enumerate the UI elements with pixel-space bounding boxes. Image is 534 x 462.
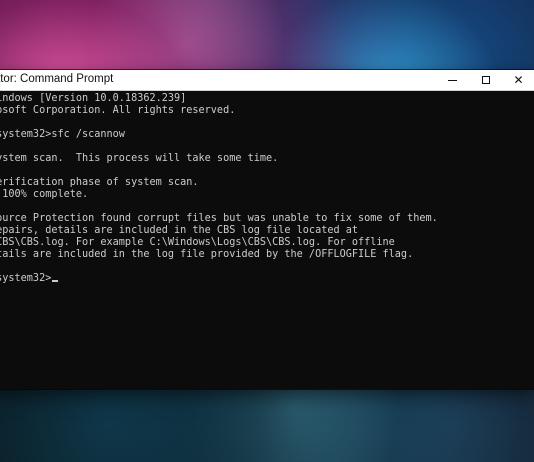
console-prompt: \system32> xyxy=(0,273,52,284)
console-line-command: \system32>sfc /scannow xyxy=(0,129,125,140)
window-titlebar[interactable]: rator: Command Prompt ✕ xyxy=(0,70,534,91)
text-cursor xyxy=(52,280,59,282)
minimize-button[interactable] xyxy=(436,70,469,90)
console-lines: Windows [Version 10.0.18362.239] rosoft … xyxy=(0,93,438,285)
console-line-result-details: repairs, details are included in the CBS… xyxy=(0,225,359,236)
console-line-copyright: rosoft Corporation. All rights reserved. xyxy=(0,105,236,116)
console-line-result: Source Protection found corrupt files bu… xyxy=(0,213,438,224)
console-line-verification: verification phase of system scan. xyxy=(0,177,199,188)
console-line-log-path: \CBS\CBS.log. For example C:\Windows\Log… xyxy=(0,237,395,248)
console-line-scan-start: system scan. This process will take some… xyxy=(0,153,279,164)
console-line-version: Windows [Version 10.0.18362.239] xyxy=(0,93,187,104)
command-prompt-window[interactable]: rator: Command Prompt ✕ Windows [Version… xyxy=(0,70,534,389)
console-prompt-line[interactable]: \system32> xyxy=(0,273,438,285)
window-controls: ✕ xyxy=(436,70,534,90)
maximize-button[interactable] xyxy=(469,70,502,90)
maximize-icon xyxy=(481,76,490,84)
minimize-icon xyxy=(448,79,457,81)
console-line-offline-note: etails are included in the log file prov… xyxy=(0,249,414,260)
window-title: rator: Command Prompt xyxy=(0,73,114,85)
console-output[interactable]: Windows [Version 10.0.18362.239] rosoft … xyxy=(0,91,534,389)
close-icon: ✕ xyxy=(513,73,524,87)
console-line-progress: n 100% complete. xyxy=(2,189,89,200)
close-button[interactable]: ✕ xyxy=(502,70,534,90)
